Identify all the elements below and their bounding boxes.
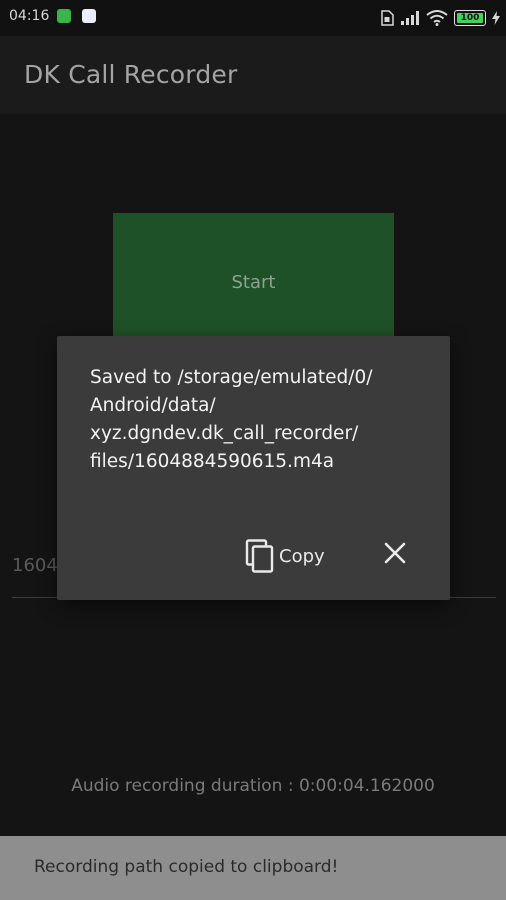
message-line: Saved to /storage/emulated/0/ [90, 367, 373, 388]
app-bar: DK Call Recorder [0, 36, 506, 114]
wifi-icon [426, 10, 448, 26]
status-time: 04:16 [9, 8, 50, 24]
battery-icon: 100 [454, 10, 486, 26]
start-button[interactable]: Start [113, 213, 394, 353]
saved-path-dialog: Saved to /storage/emulated/0/ Android/da… [57, 336, 450, 600]
message-line: files/1604884590615.m4a [90, 451, 335, 472]
copy-button[interactable]: Copy [245, 539, 325, 573]
status-bar: 04:16 100 [0, 0, 506, 36]
recording-filename: 1604 [12, 555, 58, 576]
recording-duration: Audio recording duration : 0:00:04.16200… [71, 776, 435, 796]
battery-level: 100 [460, 13, 480, 23]
saved-path-message: Saved to /storage/emulated/0/ Android/da… [90, 364, 430, 476]
app-title: DK Call Recorder [24, 60, 238, 89]
close-icon[interactable] [383, 541, 407, 565]
snackbar: Recording path copied to clipboard! [0, 836, 506, 900]
sim-icon [381, 10, 394, 26]
message-line: xyz.dgndev.dk_call_recorder/ [90, 423, 359, 444]
calendar-app-icon [82, 9, 96, 23]
charging-icon [492, 11, 500, 25]
copy-icon [245, 539, 274, 573]
signal-icon [401, 11, 419, 25]
copy-label: Copy [279, 545, 325, 567]
status-icons: 100 [380, 8, 500, 28]
message-line: Android/data/ [90, 395, 216, 416]
snackbar-text: Recording path copied to clipboard! [34, 857, 339, 877]
chat-app-icon [57, 9, 71, 23]
